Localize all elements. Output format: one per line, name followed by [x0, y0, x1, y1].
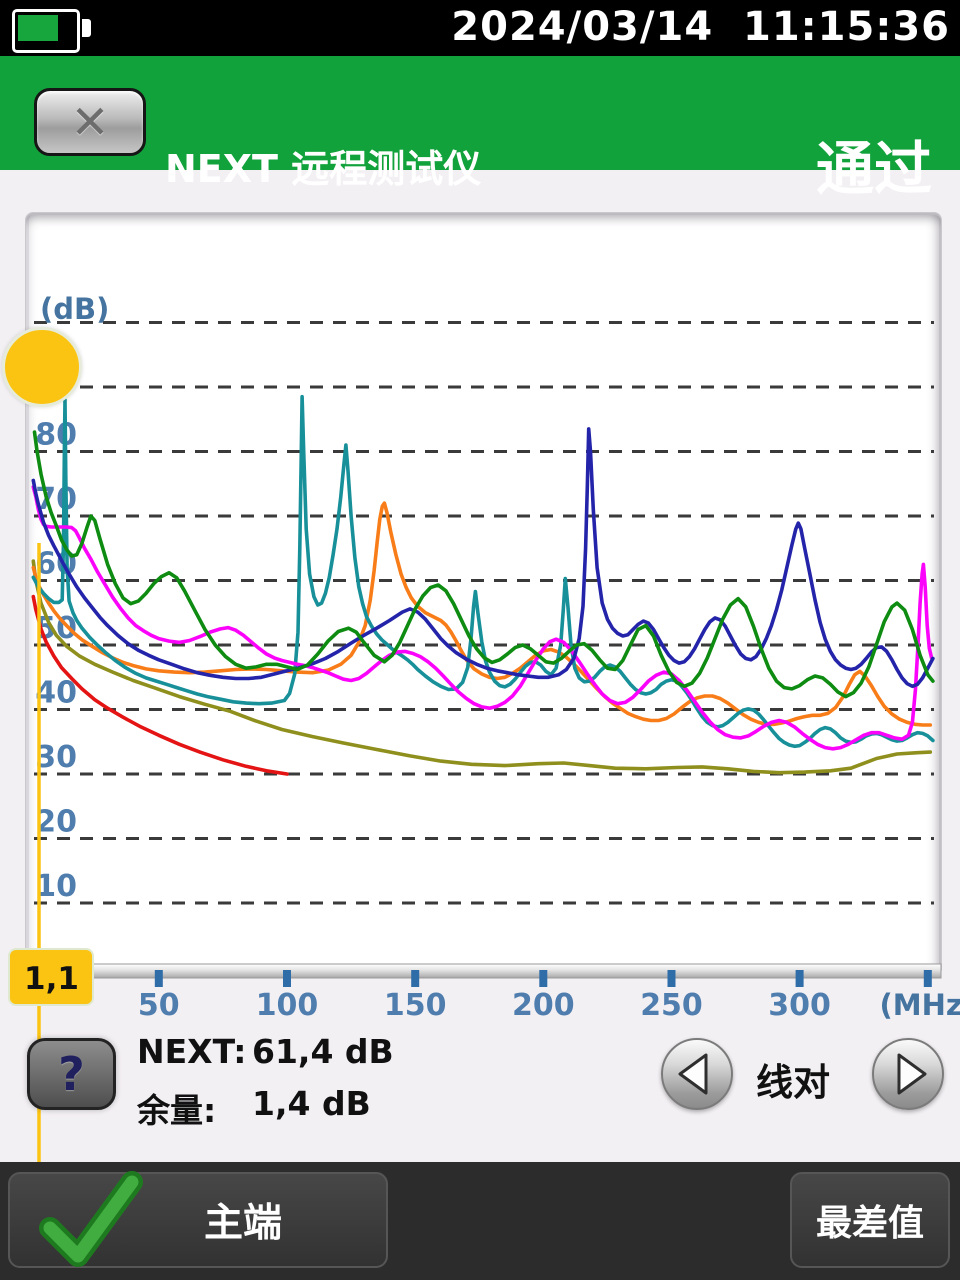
series-pair-green [35, 432, 933, 696]
x-tick [796, 970, 804, 987]
margin-value: 1,4 dB [252, 1084, 371, 1123]
x-tick [411, 970, 419, 987]
main-end-button[interactable]: 主端 [8, 1172, 388, 1268]
page-title: NEXT 远程测试仪 [165, 138, 481, 193]
cursor-handle[interactable] [2, 327, 82, 407]
x-tick [539, 970, 547, 987]
help-button[interactable]: ? [27, 1038, 116, 1110]
x-tick-label: 50 [138, 988, 180, 1023]
main-end-label: 主端 [204, 1192, 282, 1248]
cursor-frequency-label[interactable]: 1,1 [8, 948, 94, 1006]
next-value: 61,4 dB [252, 1032, 394, 1071]
x-tick-label: 150 [384, 988, 447, 1023]
close-button[interactable]: ✕ [34, 88, 146, 156]
x-tick-label: 300 [768, 988, 831, 1023]
pair-next-button[interactable] [872, 1038, 944, 1110]
next-frequency-chart: 50100150200250300(MHz)8070605040302010(d… [26, 213, 941, 1023]
header-bar: ✕ NEXT 远程测试仪 通过 [0, 56, 960, 170]
x-tick [924, 970, 932, 987]
x-tick [668, 970, 676, 987]
checkmark-icon [32, 1172, 142, 1268]
pair-previous-button[interactable] [661, 1038, 733, 1110]
x-tick-label: 200 [512, 988, 575, 1023]
y-axis-unit-label: (dB) [40, 292, 109, 326]
next-chart-panel: 50100150200250300(MHz)8070605040302010(d… [25, 212, 942, 977]
question-mark-icon: ? [58, 1047, 85, 1101]
y-tick-label: 80 [35, 418, 77, 453]
margin-label: 余量: [137, 1084, 216, 1132]
x-axis-bar [26, 964, 941, 978]
close-icon: ✕ [37, 91, 143, 153]
next-label: NEXT: [137, 1032, 247, 1071]
worst-value-button[interactable]: 最差值 [790, 1172, 950, 1268]
x-tick [283, 970, 291, 987]
arrow-left-icon [663, 1040, 731, 1108]
y-tick-label: 40 [35, 676, 77, 711]
x-tick [155, 970, 163, 987]
worst-value-label: 最差值 [816, 1194, 924, 1246]
arrow-right-icon [874, 1040, 942, 1108]
footer-bar: 主端 最差值 [0, 1162, 960, 1280]
pair-nav-label: 线对 [756, 1052, 830, 1106]
y-tick-label: 20 [35, 805, 77, 840]
battery-icon [12, 9, 80, 53]
x-axis-unit-label: (MHz) [880, 988, 960, 1022]
battery-terminal [82, 19, 91, 37]
status-bar: 2024/03/14 11:15:36 [0, 0, 960, 56]
x-tick-label: 250 [640, 988, 703, 1023]
battery-level-fill [18, 15, 58, 41]
datetime-text: 2024/03/14 11:15:36 [451, 4, 950, 50]
pass-status-badge: 通过 [816, 122, 932, 206]
x-tick-label: 100 [256, 988, 319, 1023]
y-tick-label: 30 [35, 740, 77, 775]
y-tick-label: 10 [35, 869, 77, 904]
